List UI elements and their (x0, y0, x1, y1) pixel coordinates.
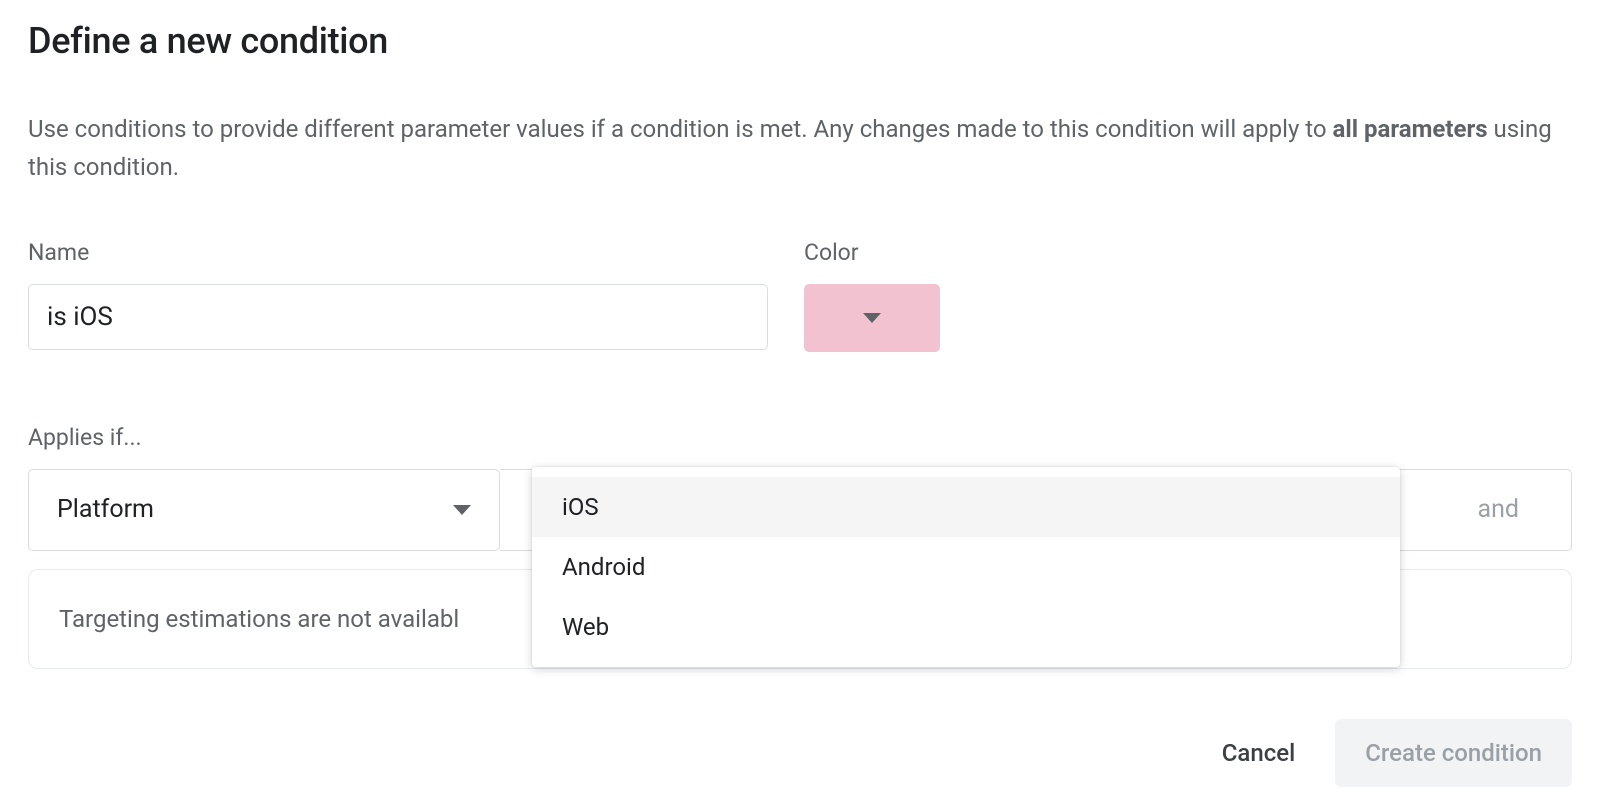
dialog-button-row: Cancel Create condition (28, 719, 1572, 787)
color-select[interactable] (804, 284, 940, 352)
chevron-down-icon (863, 313, 881, 323)
cancel-button[interactable]: Cancel (1214, 739, 1303, 767)
applies-if-label: Applies if... (28, 424, 1572, 451)
description-bold: all parameters (1333, 115, 1488, 143)
name-field-group: Name (28, 239, 768, 352)
description-before: Use conditions to provide different para… (28, 115, 1333, 143)
platform-dropdown-menu: iOS Android Web (532, 467, 1400, 667)
name-input[interactable] (28, 284, 768, 350)
attribute-select[interactable]: Platform (28, 469, 500, 551)
and-operator-label[interactable]: and (1477, 495, 1519, 524)
name-label: Name (28, 239, 768, 266)
create-condition-button[interactable]: Create condition (1335, 719, 1572, 787)
dropdown-item-ios[interactable]: iOS (532, 477, 1400, 537)
color-field-group: Color (804, 239, 940, 352)
name-color-row: Name Color (28, 239, 1572, 352)
targeting-estimation-text: Targeting estimations are not availabl (59, 605, 459, 633)
color-label: Color (804, 239, 940, 266)
condition-row: Platform and iOS Android Web (28, 469, 1572, 551)
dropdown-item-android[interactable]: Android (532, 537, 1400, 597)
page-title: Define a new condition (28, 20, 1572, 62)
dropdown-item-web[interactable]: Web (532, 597, 1400, 657)
chevron-down-icon (453, 505, 471, 515)
attribute-select-value: Platform (57, 495, 154, 524)
description-text: Use conditions to provide different para… (28, 110, 1572, 187)
